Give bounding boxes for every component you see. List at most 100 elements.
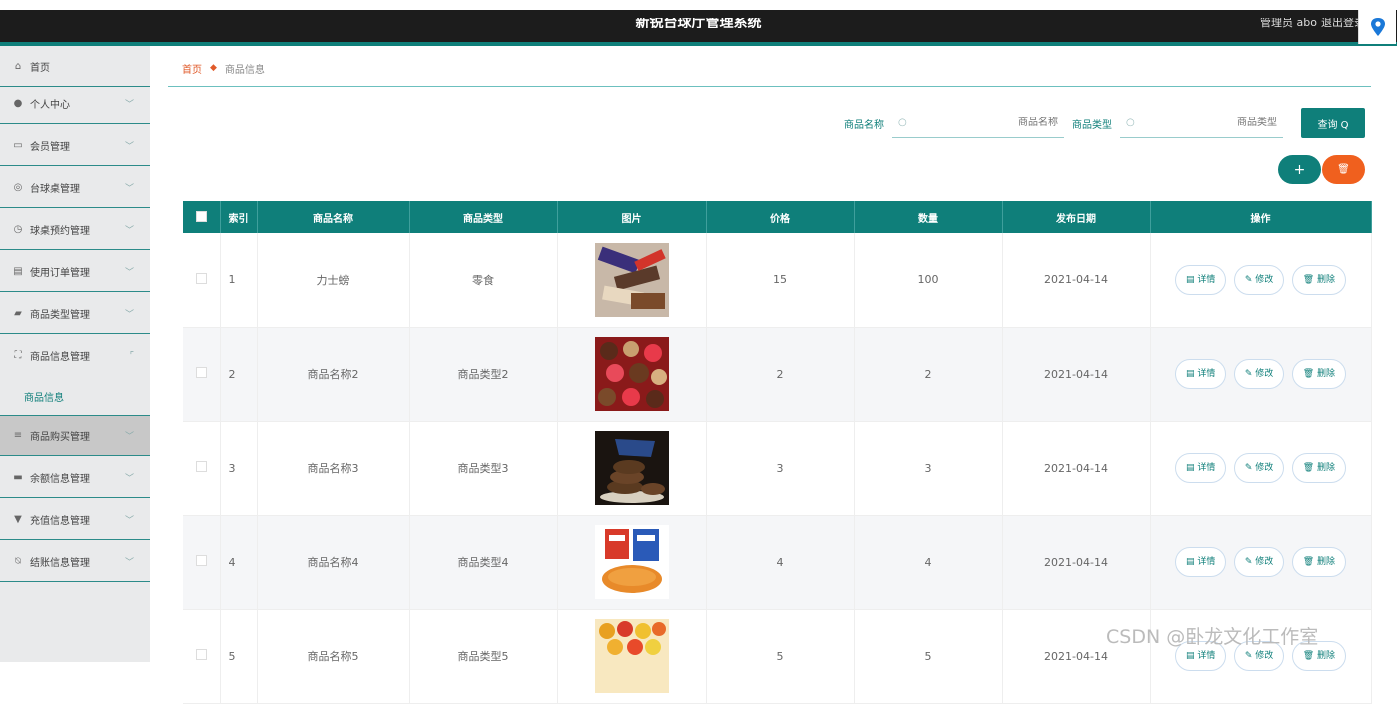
sidebar-item-product-info[interactable]: ⛶ 商品信息管理 ⌜: [0, 335, 150, 376]
delete-button[interactable]: 🗑 删除: [1291, 264, 1347, 295]
sidebar-item-balance[interactable]: ▬ 余额信息管理 ﹀: [0, 457, 150, 498]
chevron-down-icon: ﹀: [124, 183, 134, 194]
cell-quantity: 4: [854, 515, 1003, 610]
edit-label: 修改: [1255, 557, 1274, 567]
search-name-input[interactable]: [906, 117, 1058, 128]
sidebar-item-personal[interactable]: ● 个人中心 ﹀: [0, 83, 150, 124]
edit-label: 修改: [1255, 463, 1274, 473]
row-checkbox[interactable]: [195, 272, 207, 284]
cell-quantity: 3: [854, 421, 1003, 516]
query-button[interactable]: 查询 Q: [1301, 108, 1365, 138]
sidebar-item-purchases[interactable]: ≡ 商品购买管理 ﹀: [0, 415, 150, 456]
detail-label: 详情: [1197, 274, 1216, 285]
sidebar-subitem-label: 商品信息: [24, 392, 64, 404]
detail-label: 详情: [1197, 557, 1216, 567]
row-checkbox[interactable]: [195, 461, 207, 472]
cell-price: 2: [706, 327, 855, 422]
cell-price: 15: [706, 233, 855, 328]
delete-button[interactable]: 🗑 删除: [1291, 547, 1347, 577]
chevron-down-icon: ﹀: [124, 141, 134, 152]
sidebar-item-recharge[interactable]: ▼ 充值信息管理 ﹀: [0, 499, 150, 540]
fullscreen-icon: ⛶: [14, 350, 22, 361]
delete-label: 删除: [1317, 463, 1336, 473]
cell-type: 商品类型4: [409, 515, 558, 610]
search-name-box[interactable]: ○: [892, 108, 1064, 138]
table-header-row: 索引 商品名称 商品类型 图片 价格 数量 发布日期 操作: [183, 201, 1372, 233]
sidebar-subitem-product-info[interactable]: 商品信息: [0, 377, 150, 415]
edit-button[interactable]: ✎ 修改: [1233, 359, 1285, 389]
chevron-down-icon: ﹀: [124, 267, 134, 278]
add-button[interactable]: +: [1278, 155, 1321, 184]
column-header: 操作: [1150, 201, 1372, 233]
detail-button[interactable]: ▤ 详情: [1174, 359, 1227, 389]
detail-button[interactable]: ▤ 详情: [1174, 264, 1227, 295]
product-image: [594, 431, 669, 505]
column-header: 发布日期: [1002, 201, 1151, 233]
chat-icon: ▭: [13, 139, 23, 151]
cell-actions: ▤ 详情 ✎ 修改 🗑 删除: [1150, 515, 1372, 610]
doc-icon: ▤: [13, 265, 23, 277]
search-type-input[interactable]: [1134, 117, 1277, 128]
table-row: 1 力士螃 零食 15 100 2021-04-14 ▤ 详情 ✎ 修改 🗑 删…: [183, 233, 1372, 328]
product-image: [594, 619, 669, 693]
search-type-box[interactable]: ○: [1120, 108, 1283, 138]
sidebar-item-orders[interactable]: ▤ 使用订单管理 ﹀: [0, 251, 150, 292]
detail-label: 详情: [1197, 651, 1216, 661]
app-header: 新锐台球厅管理系统 管理员 abo 退出登录: [0, 10, 1397, 42]
cell-image: [557, 421, 707, 516]
detail-label: 详情: [1197, 463, 1216, 473]
cell-type: 商品类型3: [409, 421, 558, 516]
app-title: 新锐台球厅管理系统: [635, 18, 762, 28]
cell-type: 商品类型2: [409, 327, 558, 422]
breadcrumb-separator-icon: ◆: [210, 63, 217, 73]
search-type-label: 商品类型: [1072, 119, 1112, 131]
card-icon: ▼: [14, 513, 22, 525]
chevron-down-icon: ﹀: [124, 225, 134, 236]
sidebar-item-tables[interactable]: ◎ 台球桌管理 ﹀: [0, 167, 150, 208]
sidebar-item-label: 商品类型管理: [30, 309, 90, 321]
row-checkbox[interactable]: [195, 555, 207, 566]
cell-index: 5: [220, 609, 258, 704]
table-row: 3 商品名称3 商品类型3 3 3 2021-04-14 ▤ 详情 ✎ 修改 🗑…: [183, 421, 1372, 516]
sidebar-item-product-types[interactable]: ▰ 商品类型管理 ﹀: [0, 293, 150, 334]
select-all-checkbox[interactable]: [195, 211, 207, 223]
sidebar-item-reservations[interactable]: ◷ 球桌预约管理 ﹀: [0, 209, 150, 250]
edit-label: 修改: [1255, 369, 1274, 379]
sidebar-item-label: 使用订单管理: [30, 267, 90, 279]
column-header: 商品名称: [257, 201, 410, 233]
cell-index: 4: [220, 515, 258, 610]
edit-button[interactable]: ✎ 修改: [1233, 264, 1285, 295]
edit-button[interactable]: ✎ 修改: [1233, 547, 1285, 577]
select-all-header[interactable]: [183, 201, 221, 233]
sidebar-item-checkout[interactable]: ⍉ 结账信息管理 ﹀: [0, 541, 150, 582]
breadcrumb-home[interactable]: 首页: [182, 61, 202, 76]
column-header: 价格: [706, 201, 855, 233]
detail-button[interactable]: ▤ 详情: [1174, 453, 1227, 483]
cell-price: 3: [706, 421, 855, 516]
sidebar-item-label: 个人中心: [30, 99, 70, 111]
detail-button[interactable]: ▤ 详情: [1174, 547, 1227, 577]
cell-price: 4: [706, 515, 855, 610]
location-pin-icon[interactable]: [1358, 10, 1396, 44]
cell-name: 商品名称5: [257, 609, 410, 704]
clock-icon: ◷: [13, 223, 23, 235]
edit-button[interactable]: ✎ 修改: [1233, 453, 1285, 483]
chevron-down-icon: ﹀: [124, 557, 134, 568]
sidebar-item-members[interactable]: ▭ 会员管理 ﹀: [0, 125, 150, 166]
cell-image: [557, 233, 707, 328]
delete-button[interactable]: 🗑 删除: [1291, 453, 1347, 483]
sidebar-item-home[interactable]: ⌂ 首页: [0, 46, 150, 87]
batch-delete-button[interactable]: 🗑: [1322, 155, 1365, 184]
cell-actions: ▤ 详情 ✎ 修改 🗑 删除: [1150, 327, 1372, 422]
cell-image: [557, 515, 707, 610]
search-type-group: 商品类型 ○: [1072, 108, 1283, 138]
top-strip: [0, 0, 1397, 10]
row-checkbox[interactable]: [195, 367, 207, 378]
cell-date: 2021-04-14: [1002, 421, 1151, 516]
user-icon: ●: [13, 97, 23, 109]
cell-name: 商品名称3: [257, 421, 410, 516]
search-icon: ○: [1126, 117, 1135, 128]
row-checkbox[interactable]: [195, 649, 207, 660]
delete-label: 删除: [1317, 274, 1336, 285]
delete-button[interactable]: 🗑 删除: [1291, 359, 1347, 389]
